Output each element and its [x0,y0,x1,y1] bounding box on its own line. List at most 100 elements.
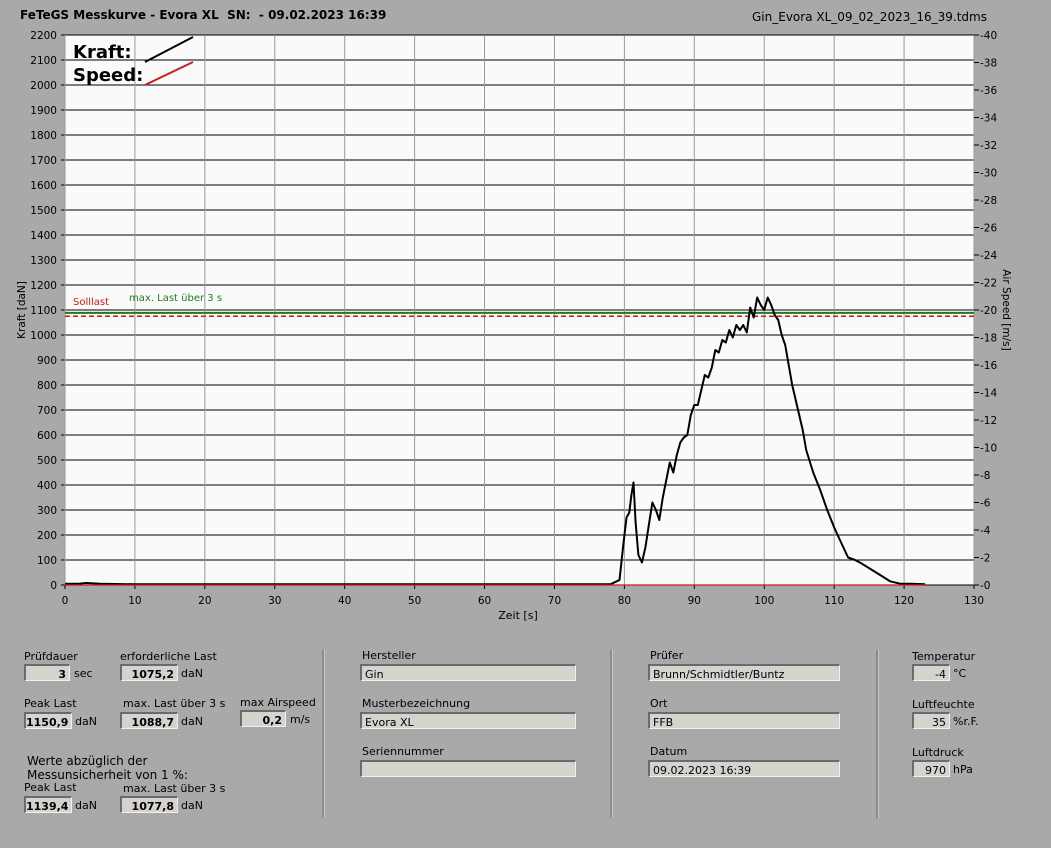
tick-label-y2: -0 [980,580,990,592]
tick-label-y2: -26 [980,223,997,235]
tick-label-x: 30 [268,595,281,607]
tick-label-x: 110 [824,595,844,607]
legend-kraft-label: Kraft: [73,42,132,63]
max-last-corr-field: 1077,8 [120,796,178,813]
max-last-label: max. Last über 3 s [123,697,226,710]
luftdruck-field: 970 [912,760,950,777]
tick-label-x: 80 [618,595,631,607]
tick-label-y: 800 [37,380,57,392]
tick-label-x: 120 [894,595,914,607]
panel-divider-3 [876,650,879,818]
panel-divider-1 [322,650,325,818]
peak-last-field: 1150,9 [24,712,72,729]
tick-label-y: 1900 [30,105,57,117]
legend-speed-label: Speed: [73,65,143,86]
max-last-unit: daN [181,715,203,728]
erforderliche-last-label: erforderliche Last [120,650,217,663]
werte-note-line2: Messunsicherheit von 1 %: [27,768,188,782]
musterbezeichnung-label: Musterbezeichnung [362,697,471,710]
tick-label-y2: -22 [980,278,997,290]
tick-label-x: 0 [62,595,69,607]
luftfeuchte-label: Luftfeuchte [912,698,975,711]
tick-label-y2: -32 [980,140,997,152]
tick-label-y2: -14 [980,388,997,400]
temperatur-field: -4 [912,664,950,681]
tick-label-y: 1400 [30,230,57,242]
tick-label-x: 50 [408,595,421,607]
panel-divider-2 [610,650,613,818]
peak-last-corr-unit: daN [75,799,97,812]
max-last-field: 1088,7 [120,712,178,729]
tick-label-x: 40 [338,595,351,607]
tick-label-y2: -20 [980,305,997,317]
tick-label-x: 130 [964,595,984,607]
ort-field: FFB [648,712,840,729]
tick-label-y: 2200 [30,30,57,42]
peak-last-unit: daN [75,715,97,728]
ort-label: Ort [650,697,668,710]
tick-label-y: 1500 [30,205,57,217]
pruefdauer-label: Prüfdauer [24,650,78,663]
tick-label-x: 60 [478,595,491,607]
datum-label: Datum [650,745,688,758]
tick-label-y: 1800 [30,130,57,142]
tick-label-y: 200 [37,530,57,542]
tick-label-y: 1100 [30,305,57,317]
peak-last-label: Peak Last [24,697,77,710]
seriennummer-label: Seriennummer [362,745,444,758]
tick-label-x: 20 [198,595,211,607]
erforderliche-last-unit: daN [181,667,203,680]
musterbezeichnung-field: Evora XL [360,712,576,729]
tick-label-y: 900 [37,355,57,367]
tick-label-y: 100 [37,555,57,567]
max-last-corr-unit: daN [181,799,203,812]
tick-label-y: 500 [37,455,57,467]
pruefer-field: Brunn/Schmidtler/Buntz [648,664,840,681]
seriennummer-field [360,760,576,777]
tick-label-y2: -4 [980,525,991,537]
temperatur-label: Temperatur [912,650,976,663]
tick-label-y2: -16 [980,360,997,372]
peak-last-corr-label: Peak Last [24,781,77,794]
datum-field: 09.02.2023 16:39 [648,760,840,777]
pruefdauer-field: 3 [24,664,70,681]
tick-label-y: 1000 [30,330,57,342]
tick-label-y2: -34 [980,113,997,125]
y-axis-label: Kraft [daN] [16,281,28,339]
tick-label-y2: -38 [980,58,997,70]
hersteller-field: Gin [360,664,576,681]
tick-label-x: 10 [128,595,141,607]
max-last-corr-label: max. Last über 3 s [123,782,226,795]
tick-label-y: 1600 [30,180,57,192]
luftdruck-label: Luftdruck [912,746,964,759]
force-chart: 0100200300400500600700800900100011001200… [16,30,1012,622]
tick-label-y: 2000 [30,80,57,92]
peak-last-corr-field: 1139,4 [24,796,72,813]
tick-label-y2: -28 [980,195,997,207]
tick-label-x: 90 [688,595,701,607]
tick-label-y2: -36 [980,85,997,97]
max-last-label-chart: max. Last über 3 s [129,293,222,304]
tick-label-y: 1700 [30,155,57,167]
tick-label-y: 700 [37,405,57,417]
tick-label-y2: -40 [980,30,997,42]
luftdruck-unit: hPa [953,763,973,776]
werte-note-line1: Werte abzüglich der [27,754,148,768]
tick-label-y: 1200 [30,280,57,292]
luftfeuchte-field: 35 [912,712,950,729]
tick-label-x: 100 [754,595,774,607]
tick-label-y2: -2 [980,553,990,565]
max-airspeed-unit: m/s [290,713,311,726]
luftfeuchte-unit: %r.F. [953,715,979,728]
max-airspeed-label: max Airspeed [240,696,316,709]
hersteller-label: Hersteller [362,649,416,662]
tick-label-y: 300 [37,505,57,517]
pruefdauer-unit: sec [74,667,93,680]
tick-label-y2: -12 [980,415,997,427]
tick-label-y: 600 [37,430,57,442]
tick-label-y: 1300 [30,255,57,267]
x-axis-label: Zeit [s] [498,609,537,622]
max-airspeed-field: 0,2 [240,710,286,727]
tick-label-y2: -18 [980,333,997,345]
tick-label-y2: -10 [980,443,997,455]
